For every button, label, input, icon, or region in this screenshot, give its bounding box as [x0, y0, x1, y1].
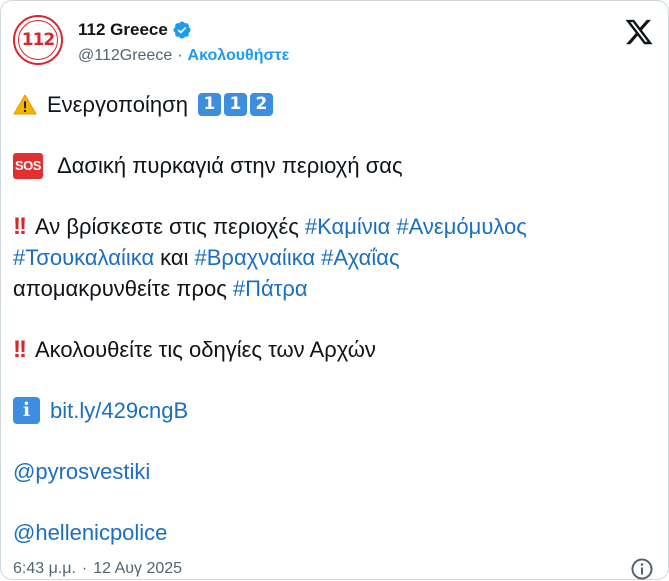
author-info: 112 Greece @112Greece · Ακολουθήστε: [78, 17, 289, 67]
handle[interactable]: @112Greece: [78, 47, 172, 65]
avatar-logo: 112: [18, 20, 58, 60]
hashtag-achaias[interactable]: #Αχαΐας: [321, 242, 399, 273]
tweet-timestamp[interactable]: 6:43 μ.μ. · 12 Αυγ 2025: [13, 558, 182, 580]
tweet-text: Ενεργοποίηση 1 1 2 SOS Δασική πυρκαγιά σ…: [13, 89, 653, 548]
line-activation: Ενεργοποίηση 1 1 2: [13, 89, 653, 120]
line-evacuate: απομακρυνθείτε προς #Πάτρα: [13, 273, 653, 304]
areas-prefix: Αν βρίσκεστε στις περιοχές: [34, 214, 299, 239]
verified-badge-icon: [173, 21, 191, 39]
keycap-2: 2: [249, 93, 273, 116]
double-exclamation-icon-2: !!: [13, 336, 27, 363]
tweet-time: 6:43 μ.μ.: [13, 560, 76, 577]
warning-icon: [13, 94, 37, 114]
line-link: i bit.ly/429cngB: [13, 395, 653, 426]
tweet-date: 12 Αυγ 2025: [93, 560, 183, 577]
hashtag-kaminia[interactable]: #Καμίνια: [305, 211, 391, 242]
line-instructions: !! Ακολουθείτε τις οδηγίες των Αρχών: [13, 334, 653, 365]
mention-pyrosvestiki[interactable]: @pyrosvestiki: [13, 456, 150, 487]
info-emoji-icon: i: [13, 397, 40, 424]
evacuate-text: απομακρυνθείτε προς: [13, 276, 227, 301]
x-logo-icon[interactable]: [624, 17, 654, 47]
line-areas: !! Αν βρίσκεστε στις περιοχές #Καμίνια #…: [13, 211, 653, 242]
keycap-1: 1: [197, 93, 221, 116]
keycap-1b: 1: [223, 93, 247, 116]
info-icon[interactable]: [630, 557, 654, 581]
activation-text: Ενεργοποίηση: [47, 92, 188, 117]
follow-button[interactable]: Ακολουθήστε: [188, 47, 290, 65]
mention-hellenicpolice[interactable]: @hellenicpolice: [13, 517, 167, 548]
display-name[interactable]: 112 Greece: [78, 20, 168, 40]
line-fire-alert: SOS Δασική πυρκαγιά στην περιοχή σας: [13, 150, 653, 181]
line-areas-2: #Τσουκαλαίικα και #Βραχναίικα #Αχαΐας: [13, 242, 653, 273]
line-mention-1: @pyrosvestiki: [13, 456, 653, 487]
separator-dot: ·: [177, 47, 183, 64]
line-mention-2: @hellenicpolice: [13, 517, 653, 548]
instructions-text: Ακολουθείτε τις οδηγίες των Αρχών: [34, 337, 376, 362]
hashtag-tsoukalaiika[interactable]: #Τσουκαλαίικα: [13, 242, 154, 273]
word-kai: και: [160, 245, 189, 270]
sos-badge: SOS: [13, 152, 43, 179]
hashtag-vrachnaiika[interactable]: #Βραχναίικα: [195, 242, 316, 273]
avatar[interactable]: 112: [13, 15, 63, 65]
double-exclamation-icon: !!: [13, 213, 27, 240]
tweet-card: 112 112 Greece @112Greece · Ακολουθήστε: [0, 0, 669, 580]
hashtag-patra[interactable]: #Πάτρα: [233, 273, 308, 304]
footer-separator: ·: [81, 560, 88, 577]
tweet-header: 112 112 Greece @112Greece · Ακολουθήστε: [13, 15, 656, 69]
fire-alert-text: Δασική πυρκαγιά στην περιοχή σας: [57, 153, 403, 178]
short-link[interactable]: bit.ly/429cngB: [50, 395, 188, 426]
hashtag-anemomylos[interactable]: #Ανεμόμυλος: [396, 211, 526, 242]
